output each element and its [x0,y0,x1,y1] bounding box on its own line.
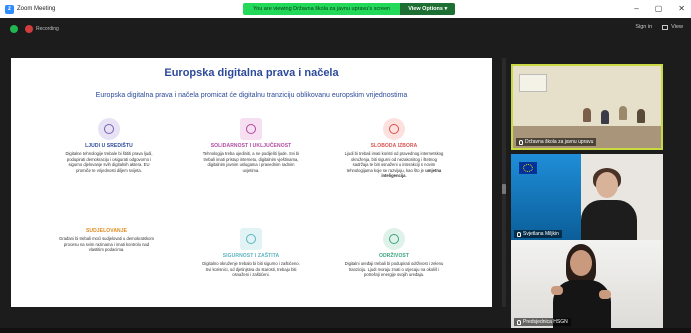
view-button-label: View [671,24,683,30]
participant-name-tag: Državna škola za javnu upravu [516,138,597,146]
screen-share-banner: You are viewing Državna škola za javnu u… [243,3,456,15]
toolbar-right: Sign in View [635,24,683,30]
meeting-toolbar: Recording Sign in View [0,18,691,40]
chevron-down-icon: ▾ [444,6,448,12]
splitter-grip-icon[interactable] [502,184,506,194]
microphone-icon [519,139,523,145]
attendee-figure [619,106,627,120]
attendee-figure [583,108,591,122]
signing-hand [551,286,563,295]
card-text: Građani bi trebali moći sudjelovati u de… [59,236,154,253]
principle-card-safety-security: SIGURNOST I ZAŠTITA Digitalno okruženje … [201,228,301,278]
participant-video-tile[interactable]: Predsjednica HSGN [511,240,663,328]
window-title: Zoom Meeting [17,6,56,12]
view-button[interactable]: View [662,24,683,30]
maximize-button[interactable]: ▢ [655,3,663,15]
zoom-logo-icon: z [5,4,14,14]
participant-name-tag: Predsjednica HSGN [514,318,571,326]
projector-screen [519,74,547,92]
view-options-button[interactable]: View Options ▾ [400,3,456,15]
window-controls: – ▢ ✕ [634,3,685,15]
person-icon [98,118,120,140]
card-text: Ljudi bi trebali imati koristi od praved… [344,151,444,179]
principle-card-solidarity: SOLIDARNOST I UKLJUČENOST Tehnologija tr… [201,118,301,173]
card-text: Digitalne tehnologije trebale bi štititi… [65,151,153,173]
attendee-figure [601,110,609,124]
minimize-button[interactable]: – [634,3,638,15]
attendee-figure [637,109,645,123]
window-bottom-edge [0,328,691,333]
participant-face [570,250,592,276]
sign-in-link[interactable]: Sign in [635,24,652,30]
panel-splitter[interactable] [502,58,506,307]
card-text: Digitalno okruženje trebalo bi biti sigu… [202,261,300,278]
shared-screen-slide: Europska digitalna prava i načela Europs… [11,58,492,307]
window-title-area: z Zoom Meeting [0,4,240,14]
card-heading: SIGURNOST I ZAŠTITA [222,253,280,259]
participant-video-tile[interactable]: Državna škola za javnu upravu [511,64,663,150]
ai-brain-icon [383,118,405,140]
microphone-icon [517,231,521,237]
eu-stars-icon [523,164,533,172]
recording-dot-icon [25,25,33,33]
card-heading: SLOBODA IZBORA [370,143,418,149]
globe-icon [383,228,405,250]
recording-label: Recording [36,26,59,32]
card-heading: ODRŽIVOST [378,253,410,259]
inclusion-icon [240,118,262,140]
principle-card-people-centre: LJUDI U SREDIŠTU Digitalne tehnologije t… [64,118,154,173]
participant-name-tag: Svjetlana Miljkin [514,230,562,238]
title-bar: z Zoom Meeting You are viewing Državna š… [0,0,691,18]
principle-card-sustainability: ODRŽIVOST Digitalni uređaji trebali bi p… [344,228,444,278]
card-text: Tehnologija treba ujediniti, a ne podije… [202,151,300,173]
card-heading: SUDJELOVANJE [85,228,128,234]
grid-view-icon [662,24,669,30]
slide-title: Europska digitalna prava i načela [164,67,339,79]
card-text: Digitalni uređaji trebali bi podupirati … [344,261,444,278]
zoom-meeting-window: z Zoom Meeting You are viewing Državna š… [0,0,691,333]
principle-card-freedom-of-choice: SLOBODA IZBORA Ljudi bi trebali imati ko… [344,118,444,179]
close-button[interactable]: ✕ [678,3,685,15]
participant-face [596,172,618,198]
participant-video-tile[interactable]: Svjetlana Miljkin [511,154,663,240]
screen-share-text: You are viewing Državna škola za javnu u… [243,3,401,15]
view-options-label: View Options [408,6,443,12]
signing-hand [599,290,611,299]
principle-card-participation: SUDJELOVANJE Građani bi trebali moći sud… [59,228,154,253]
encryption-shield-icon[interactable] [10,25,18,33]
microphone-icon [517,319,521,325]
slide-subtitle: Europska digitalna prava i načela promic… [95,92,408,99]
card-heading: SOLIDARNOST I UKLJUČENOST [210,143,292,149]
lock-icon [240,228,262,250]
card-heading: LJUDI U SREDIŠTU [85,143,133,149]
